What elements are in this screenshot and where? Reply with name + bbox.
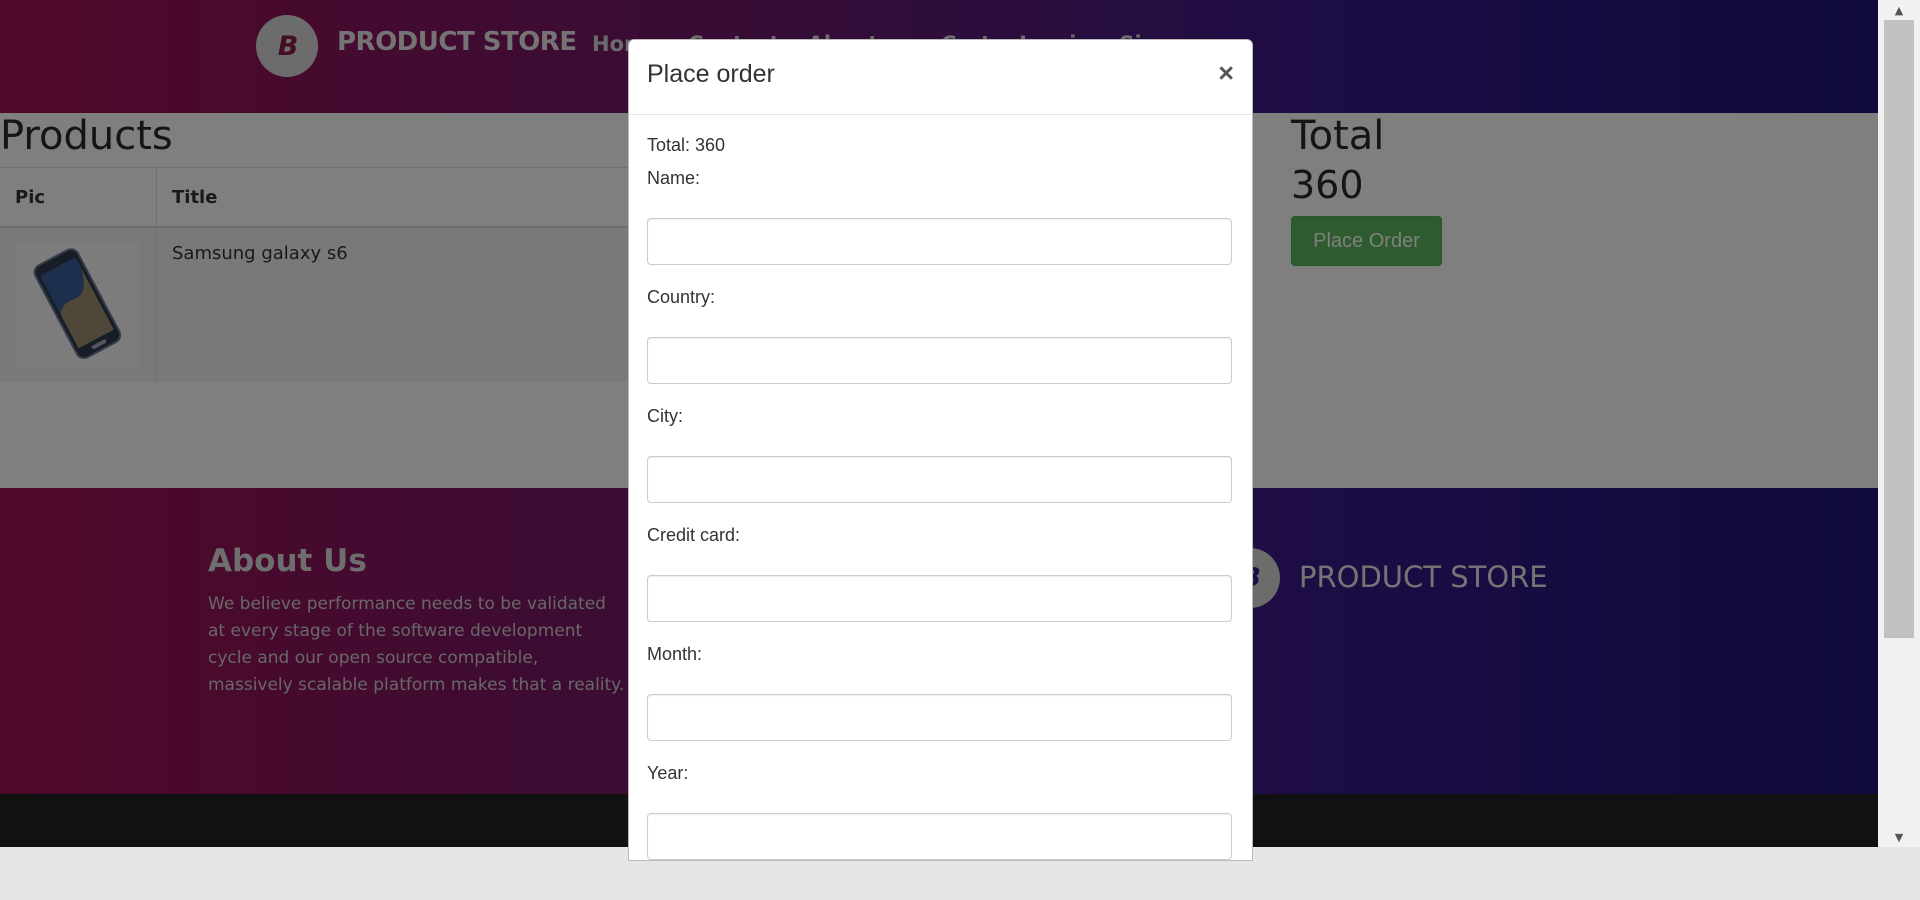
scroll-thumb[interactable]	[1884, 20, 1914, 638]
name-label: Name:	[647, 168, 701, 188]
credit-card-field[interactable]	[647, 575, 1232, 622]
modal-title: Place order	[647, 60, 775, 88]
month-label: Month:	[647, 644, 703, 664]
scroll-down-icon[interactable]: ▼	[1878, 827, 1920, 847]
year-field[interactable]	[647, 813, 1232, 860]
credit-card-label: Credit card:	[647, 525, 741, 545]
modal-header: Place order ×	[629, 40, 1252, 115]
country-field[interactable]	[647, 337, 1232, 384]
month-field[interactable]	[647, 694, 1232, 741]
country-label: Country:	[647, 287, 716, 307]
place-order-modal: Place order × Total: 360 Name: Country: …	[628, 39, 1253, 861]
page-scrollbar[interactable]: ▲ ▼	[1878, 0, 1920, 847]
modal-body: Total: 360 Name: Country: City: Credit c…	[629, 115, 1252, 900]
close-icon[interactable]: ×	[1218, 58, 1234, 89]
year-label: Year:	[647, 763, 689, 783]
city-field[interactable]	[647, 456, 1232, 503]
name-field[interactable]	[647, 218, 1232, 265]
scroll-up-icon[interactable]: ▲	[1878, 0, 1920, 20]
order-total: Total: 360	[647, 135, 726, 155]
city-label: City:	[647, 406, 683, 426]
